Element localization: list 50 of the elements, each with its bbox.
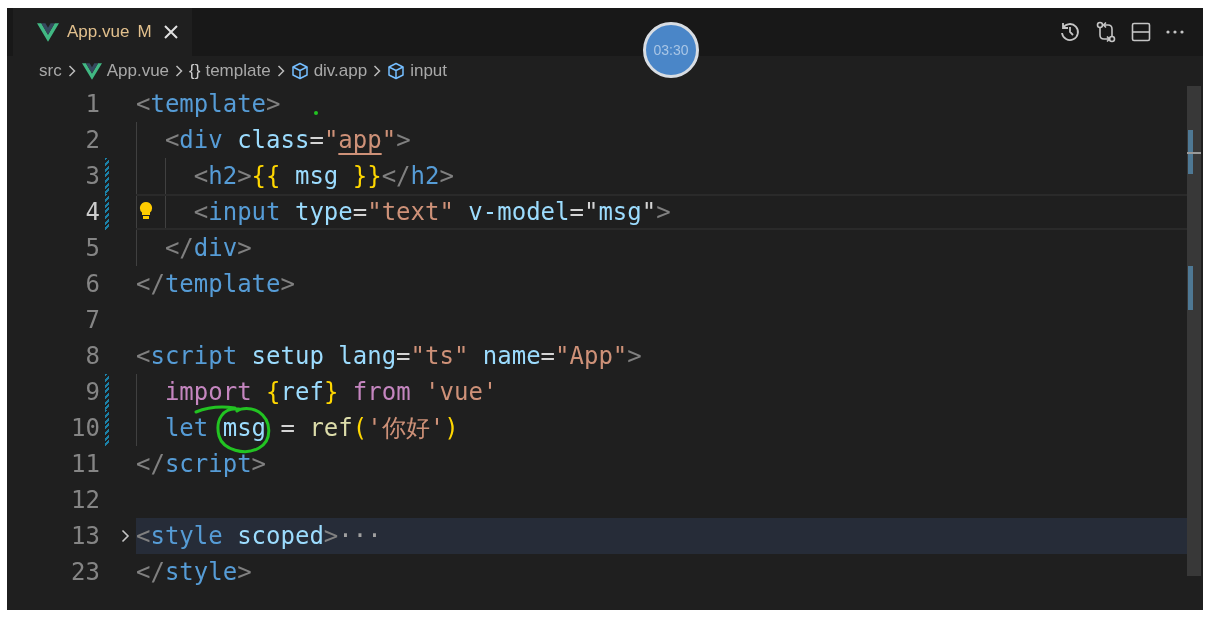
split-editor-icon[interactable] (1131, 22, 1151, 42)
code-line: </script> (136, 450, 267, 478)
cube-icon (290, 62, 309, 80)
line-number: 8 (84, 341, 100, 372)
chevron-icon[interactable] (120, 529, 130, 543)
vue-logo-icon (81, 62, 102, 80)
close-icon[interactable] (163, 25, 178, 39)
line-number: 11 (70, 449, 100, 480)
vue-logo-icon (37, 22, 59, 42)
code-line: <template> (136, 90, 281, 118)
scrollbar[interactable] (1187, 86, 1201, 576)
breadcrumb-item[interactable]: App.vue (81, 61, 170, 81)
more-icon[interactable] (1165, 29, 1185, 35)
breadcrumb-item[interactable]: input (387, 61, 448, 81)
line-number: 4 (84, 197, 100, 228)
lightbulb-icon[interactable] (139, 201, 153, 221)
breadcrumb-item[interactable]: src (39, 61, 62, 81)
chevron-icon (175, 65, 184, 77)
compare-icon[interactable] (1095, 21, 1117, 43)
code-line: </template> (136, 270, 295, 298)
chevron-icon (373, 65, 382, 77)
code-line: </style> (136, 558, 252, 586)
line-number: 10 (70, 413, 100, 444)
line-number: 3 (84, 161, 100, 192)
chevron-icon (276, 65, 285, 77)
code-line: <script setup lang="ts" name="App"> (136, 342, 642, 370)
line-number: 6 (84, 269, 100, 300)
cube-icon (387, 62, 406, 80)
code-line: <style scoped>··· (136, 522, 382, 550)
line-number: 5 (84, 233, 100, 264)
breadcrumb-item[interactable]: {} template (189, 61, 271, 81)
timer-badge: 03:30 (643, 22, 699, 78)
line-number: 2 (84, 125, 100, 156)
line-number: 23 (70, 557, 100, 588)
code-line: import {ref} from 'vue' (164, 378, 498, 406)
breadcrumb-item[interactable]: div.app (290, 61, 368, 81)
line-number: 1 (84, 89, 100, 120)
line-number: 12 (70, 485, 100, 516)
code-line: <div class="app"> (164, 126, 411, 154)
code-line: <input type="text" v-model="msg"> (193, 198, 671, 226)
code-line: let msg = ref('你好') (164, 414, 459, 442)
line-number: 7 (84, 305, 100, 336)
code-line: <h2>{{ msg }}</h2> (193, 162, 454, 190)
history-icon[interactable] (1059, 21, 1081, 43)
line-number: 13 (70, 521, 100, 552)
code-line: </div> (164, 234, 252, 262)
line-number: 9 (84, 377, 100, 408)
editor-tab[interactable]: App.vue M (13, 8, 192, 56)
annotation-dot (314, 111, 318, 115)
chevron-icon (67, 65, 76, 77)
